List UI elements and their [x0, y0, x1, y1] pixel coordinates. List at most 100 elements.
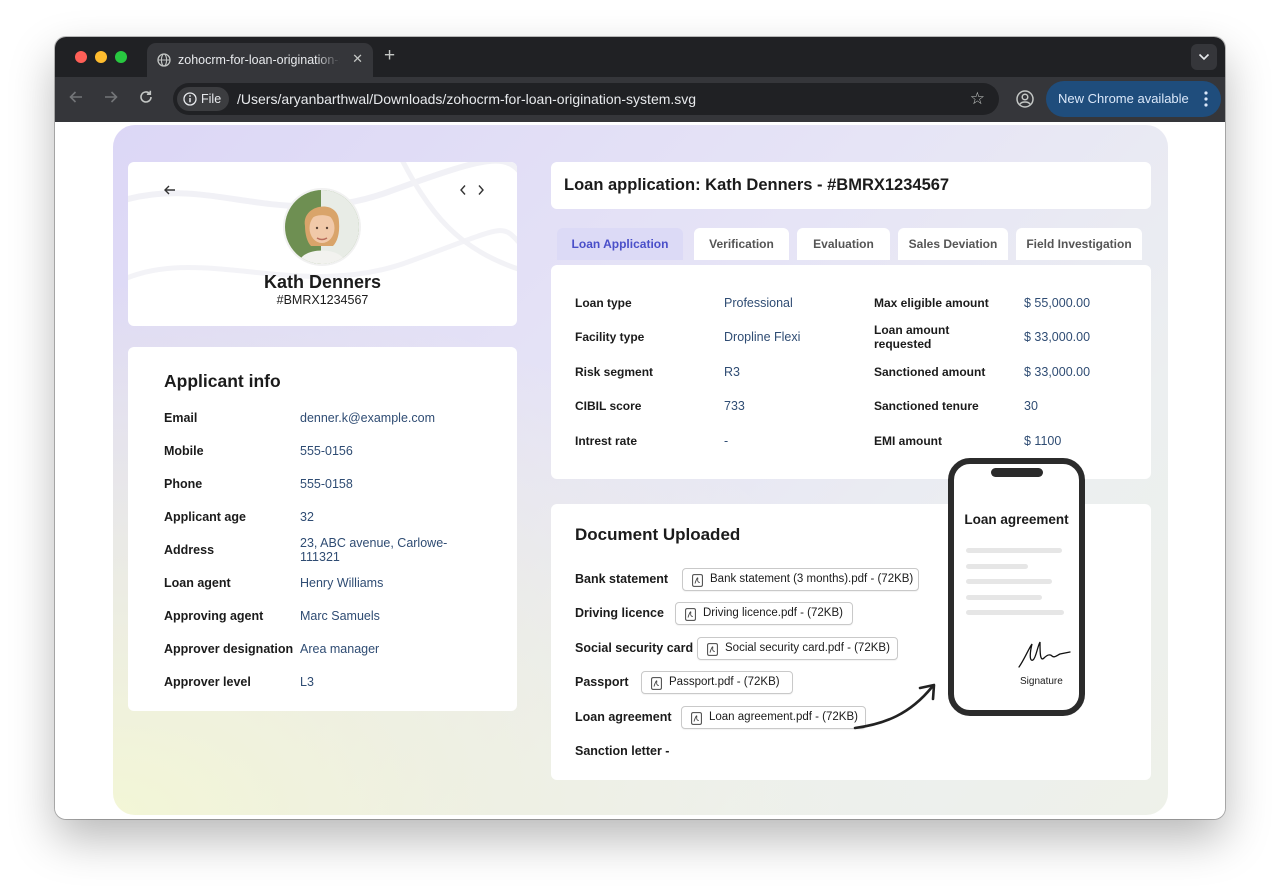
chevron-left-icon[interactable] — [458, 183, 468, 197]
info-label: Mobile — [164, 444, 204, 458]
browser-window: zohocrm-for-loan-origination-system.svg … — [55, 37, 1225, 819]
scheme-label: File — [201, 92, 222, 106]
applicant-id: #BMRX1234567 — [276, 293, 369, 307]
back-arrow-icon[interactable] — [163, 183, 177, 197]
file-name: Driving licence.pdf - (72KB) — [703, 607, 843, 619]
back-icon[interactable] — [68, 89, 84, 105]
browser-tab[interactable]: zohocrm-for-loan-origination-system.svg … — [147, 43, 373, 77]
loan-field-value: $ 55,000.00 — [1024, 296, 1091, 310]
tab-evaluation[interactable]: Evaluation — [797, 228, 890, 260]
loan-field-value: Dropline Flexi — [724, 330, 801, 344]
arrow-icon — [853, 683, 936, 730]
loan-field-value: 733 — [724, 399, 745, 413]
pdf-icon — [691, 712, 702, 725]
mobile-link[interactable]: 555-0156 — [300, 444, 460, 458]
loan-field-value: Professional — [724, 296, 793, 310]
close-window-button[interactable] — [75, 51, 87, 63]
star-icon[interactable]: ☆ — [970, 89, 985, 109]
info-label: Approver level — [164, 675, 251, 689]
email-link[interactable]: denner.k@example.com — [300, 411, 460, 425]
file-name: Bank statement (3 months).pdf - (72KB) — [710, 573, 914, 585]
pdf-icon — [651, 677, 662, 690]
url-text[interactable]: /Users/aryanbarthwal/Downloads/zohocrm-f… — [237, 91, 696, 107]
file-chip[interactable]: Driving licence.pdf - (72KB) — [675, 602, 853, 625]
loan-details-card: Loan type Professional Facility type Dro… — [551, 265, 1151, 479]
file-chip[interactable]: Social security card.pdf - (72KB) — [697, 637, 898, 660]
tab-bar: zohocrm-for-loan-origination-system.svg … — [55, 37, 1225, 77]
tab-verification[interactable]: Verification — [694, 228, 789, 260]
info-value: L3 — [300, 675, 314, 689]
globe-icon — [157, 53, 171, 67]
chevron-down-icon — [1198, 53, 1210, 61]
new-chrome-available-button[interactable]: New Chrome available — [1046, 81, 1221, 117]
file-chip[interactable]: Bank statement (3 months).pdf - (72KB) — [682, 568, 919, 591]
kebab-icon[interactable] — [1204, 91, 1208, 107]
text-placeholder-line — [966, 548, 1062, 553]
update-label: New Chrome available — [1058, 91, 1189, 106]
info-icon — [183, 92, 197, 106]
profile-icon[interactable] — [1015, 89, 1035, 109]
page-title: Loan application: Kath Denners - #BMRX12… — [564, 176, 950, 194]
info-label: Approver designation — [164, 642, 294, 656]
profile-card: Kath Denners #BMRX1234567 — [128, 162, 517, 326]
loan-field-label: Facility type — [575, 330, 645, 344]
file-chip[interactable]: Passport.pdf - (72KB) — [641, 671, 793, 694]
loan-field-value: $ 33,000.00 — [1024, 330, 1091, 344]
loan-field-label: Sanctioned amount — [874, 365, 986, 379]
pdf-icon — [685, 608, 696, 621]
info-label: Approving agent — [164, 609, 264, 623]
info-value: 32 — [300, 510, 314, 524]
documents-title: Document Uploaded — [575, 525, 741, 544]
reload-icon[interactable] — [138, 89, 154, 105]
text-placeholder-line — [966, 579, 1052, 584]
loan-field-label: EMI amount — [874, 434, 942, 448]
info-label: Loan agent — [164, 576, 231, 590]
info-value: Marc Samuels — [300, 609, 380, 623]
loan-field-value: $ 1100 — [1024, 434, 1062, 448]
loan-field-value: R3 — [724, 365, 740, 379]
info-label: Phone — [164, 477, 203, 491]
file-chip[interactable]: Loan agreement.pdf - (72KB) — [681, 706, 866, 729]
loan-field-label: Risk segment — [575, 365, 654, 379]
doc-label: Driving licence — [575, 606, 664, 620]
address-bar[interactable]: File /Users/aryanbarthwal/Downloads/zoho… — [173, 83, 999, 115]
file-name: Social security card.pdf - (72KB) — [725, 642, 890, 654]
tab-loan-application[interactable]: Loan Application — [557, 228, 683, 260]
maximize-window-button[interactable] — [115, 51, 127, 63]
doc-label: Bank statement — [575, 572, 669, 586]
tab-search-button[interactable] — [1191, 44, 1217, 70]
page-content: Kath Denners #BMRX1234567 Applicant info… — [55, 122, 1225, 819]
info-value: Area manager — [300, 642, 380, 656]
signature-icon — [1018, 641, 1071, 668]
text-placeholder-line — [966, 595, 1042, 600]
info-label: Address — [164, 543, 215, 557]
forward-icon[interactable] — [103, 89, 119, 105]
applicant-info-title: Applicant info — [164, 371, 281, 391]
tab-sales-deviation[interactable]: Sales Deviation — [898, 228, 1008, 260]
info-value: Henry Williams — [300, 576, 384, 590]
pdf-icon — [692, 574, 703, 587]
loan-field-label: Intrest rate — [575, 434, 638, 448]
file-name: Passport.pdf - (72KB) — [669, 676, 780, 688]
applicant-name: Kath Denners — [263, 272, 382, 292]
site-info-chip[interactable]: File — [177, 87, 229, 111]
loan-field-label: Max eligible amount — [874, 296, 989, 310]
plus-icon[interactable]: + — [384, 45, 395, 67]
minimize-window-button[interactable] — [95, 51, 107, 63]
browser-toolbar: File /Users/aryanbarthwal/Downloads/zoho… — [55, 77, 1225, 122]
doc-label: Sanction letter - — [575, 744, 670, 758]
chevron-right-icon[interactable] — [476, 183, 486, 197]
info-label: Email — [164, 411, 198, 425]
text-placeholder-line — [966, 564, 1028, 569]
application-header: Loan application: Kath Denners - #BMRX12… — [551, 162, 1151, 209]
tab-title: zohocrm-for-loan-origination-system.svg — [178, 53, 340, 67]
loan-field-label: Loan type — [575, 296, 632, 310]
info-value: 23, ABC avenue, Carlowe-111321 — [300, 536, 448, 564]
loan-field-value: $ 33,000.00 — [1024, 365, 1091, 379]
phone-link[interactable]: 555-0158 — [300, 477, 460, 491]
tab-field-investigation[interactable]: Field Investigation — [1016, 228, 1142, 260]
close-icon[interactable]: ✕ — [352, 51, 363, 67]
doc-label: Social security card — [575, 641, 694, 655]
phone-notch — [991, 468, 1043, 477]
text-placeholder-line — [966, 610, 1064, 615]
